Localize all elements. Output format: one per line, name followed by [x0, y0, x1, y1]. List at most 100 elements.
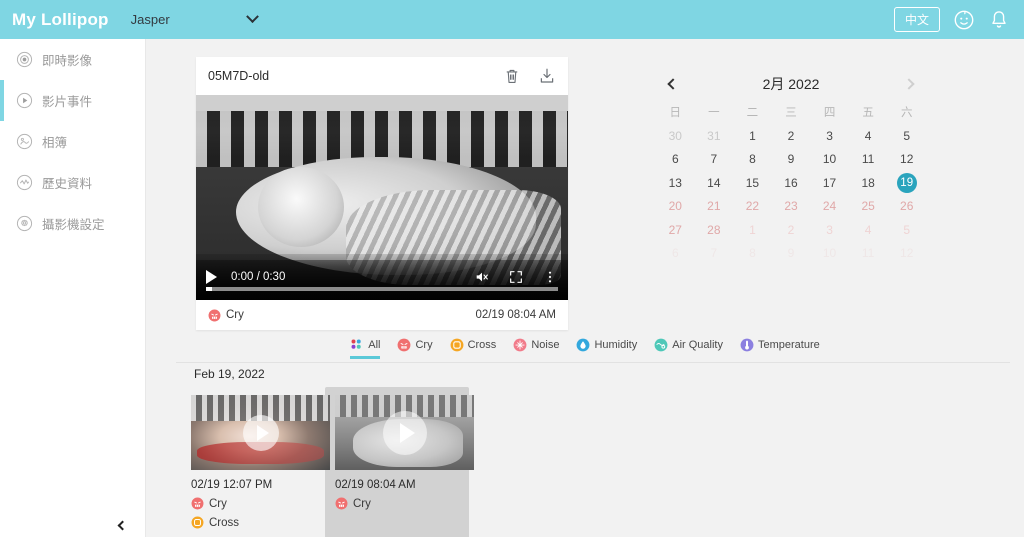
calendar-day[interactable]: 26 — [887, 195, 926, 219]
event-filter-bar: All Cry Cross Noise Humidity Air Quality Tempe… — [146, 333, 1024, 363]
calendar-day[interactable]: 19 — [887, 171, 926, 195]
calendar-day[interactable]: 4 — [849, 124, 888, 148]
calendar-day[interactable]: 18 — [849, 171, 888, 195]
cry-face-icon — [335, 497, 348, 510]
chevron-left-icon — [667, 78, 679, 90]
calendar-day[interactable]: 21 — [695, 195, 734, 219]
live-video-icon — [16, 51, 33, 68]
download-icon[interactable] — [538, 67, 556, 85]
calendar-day[interactable]: 31 — [695, 124, 734, 148]
calendar-day[interactable]: 8 — [733, 148, 772, 172]
volume-muted-icon[interactable] — [474, 269, 490, 285]
event-card-tag-label: Cry — [209, 497, 227, 510]
sidebar-item-label: 攝影機設定 — [42, 218, 105, 232]
calendar-day[interactable]: 9 — [772, 148, 811, 172]
calendar-day[interactable]: 3 — [810, 124, 849, 148]
event-card-time: 02/19 08:04 AM — [335, 479, 416, 491]
filter-tab-label: Cross — [467, 338, 497, 351]
calendar-day[interactable]: 14 — [695, 171, 734, 195]
calendar-day[interactable]: 8 — [733, 242, 772, 266]
calendar-day[interactable]: 2 — [772, 124, 811, 148]
bell-icon[interactable] — [988, 9, 1010, 31]
chevron-left-icon — [117, 520, 127, 530]
calendar-day[interactable]: 28 — [695, 218, 734, 242]
calendar-day[interactable]: 3 — [810, 218, 849, 242]
sidebar-item-live-video[interactable]: 即時影像 — [0, 39, 145, 80]
filter-tab-cross[interactable]: Cross — [450, 338, 497, 359]
filter-tab-cry[interactable]: Cry — [397, 338, 433, 359]
calendar-day[interactable]: 5 — [887, 124, 926, 148]
calendar-day[interactable]: 16 — [772, 171, 811, 195]
event-card-tag-label: Cry — [353, 497, 371, 510]
event-thumbnail[interactable] — [335, 395, 474, 470]
calendar-day[interactable]: 11 — [849, 148, 888, 172]
play-overlay-icon[interactable] — [242, 414, 279, 451]
calendar-next-button[interactable] — [898, 73, 920, 95]
water-drop-icon — [577, 338, 590, 351]
sidebar-item-album[interactable]: 相簿 — [0, 121, 145, 162]
calendar-prev-button[interactable] — [662, 73, 684, 95]
trash-icon[interactable] — [503, 67, 521, 85]
chevron-down-icon — [245, 10, 259, 24]
video-header: 05M7D-old — [196, 57, 568, 95]
event-card-tag: Cross — [191, 516, 315, 529]
calendar-day[interactable]: 6 — [656, 148, 695, 172]
air-quality-icon — [654, 338, 668, 351]
calendar-day[interactable]: 13 — [656, 171, 695, 195]
filter-tab-temperature[interactable]: Temperature — [740, 338, 820, 359]
sidebar-item-video-events[interactable]: 影片事件 — [0, 80, 145, 121]
calendar-day[interactable]: 4 — [849, 218, 888, 242]
event-card-tag: Cry — [191, 497, 315, 510]
more-vertical-icon[interactable] — [542, 269, 558, 285]
child-selector[interactable]: Jasper — [131, 10, 259, 27]
play-circle-icon — [16, 92, 33, 109]
event-thumbnail[interactable] — [191, 395, 330, 470]
sidebar-item-camera-settings[interactable]: 攝影機設定 — [0, 203, 145, 244]
calendar-day[interactable]: 1 — [733, 218, 772, 242]
calendar-day[interactable]: 7 — [695, 148, 734, 172]
filter-tab-label: Humidity — [594, 338, 638, 351]
calendar-day[interactable]: 6 — [656, 242, 695, 266]
video-progress-bar[interactable] — [206, 287, 558, 291]
play-overlay-icon[interactable] — [382, 410, 427, 455]
play-icon[interactable] — [206, 270, 217, 284]
event-card-tag: Cry — [335, 497, 459, 510]
calendar-dow: 日 — [669, 106, 682, 119]
dots-multicolor-icon — [351, 339, 361, 349]
play-triangle — [256, 424, 269, 441]
filter-tab-noise[interactable]: Noise — [513, 338, 559, 359]
calendar-day[interactable]: 1 — [733, 124, 772, 148]
calendar-day[interactable]: 2 — [772, 218, 811, 242]
event-card[interactable]: 02/19 08:04 AM Cry — [325, 387, 474, 537]
video-frame[interactable]: 0:00 / 0:30 — [196, 95, 568, 300]
baby-face-icon[interactable] — [953, 9, 975, 31]
calendar-day[interactable]: 7 — [695, 242, 734, 266]
calendar-day[interactable]: 5 — [887, 218, 926, 242]
fullscreen-icon[interactable] — [508, 269, 524, 285]
language-button[interactable]: 中文 — [893, 7, 940, 32]
calendar-day[interactable]: 12 — [887, 242, 926, 266]
filter-tab-air-quality[interactable]: Air Quality — [654, 338, 723, 359]
calendar-day[interactable]: 30 — [656, 124, 695, 148]
calendar-day[interactable]: 22 — [733, 195, 772, 219]
calendar-day[interactable]: 27 — [656, 218, 695, 242]
sidebar-item-history[interactable]: 歷史資料 — [0, 162, 145, 203]
calendar-day[interactable]: 10 — [810, 148, 849, 172]
calendar-day[interactable]: 24 — [810, 195, 849, 219]
video-event-time: 02/19 08:04 AM — [475, 309, 556, 321]
calendar-day[interactable]: 12 — [887, 148, 926, 172]
video-header-actions — [503, 67, 556, 85]
calendar-day[interactable]: 20 — [656, 195, 695, 219]
calendar-dow: 二 — [746, 106, 759, 119]
event-card[interactable]: 02/19 12:07 PM Cry Cross — [181, 387, 330, 537]
filter-tab-all[interactable]: All — [350, 338, 380, 359]
sidebar-collapse-button[interactable] — [112, 515, 132, 535]
calendar-day[interactable]: 9 — [772, 242, 811, 266]
calendar-day[interactable]: 17 — [810, 171, 849, 195]
calendar-day[interactable]: 23 — [772, 195, 811, 219]
filter-tab-humidity[interactable]: Humidity — [576, 338, 637, 359]
calendar-day[interactable]: 15 — [733, 171, 772, 195]
calendar-day[interactable]: 25 — [849, 195, 888, 219]
calendar-day[interactable]: 11 — [849, 242, 888, 266]
calendar-day[interactable]: 10 — [810, 242, 849, 266]
